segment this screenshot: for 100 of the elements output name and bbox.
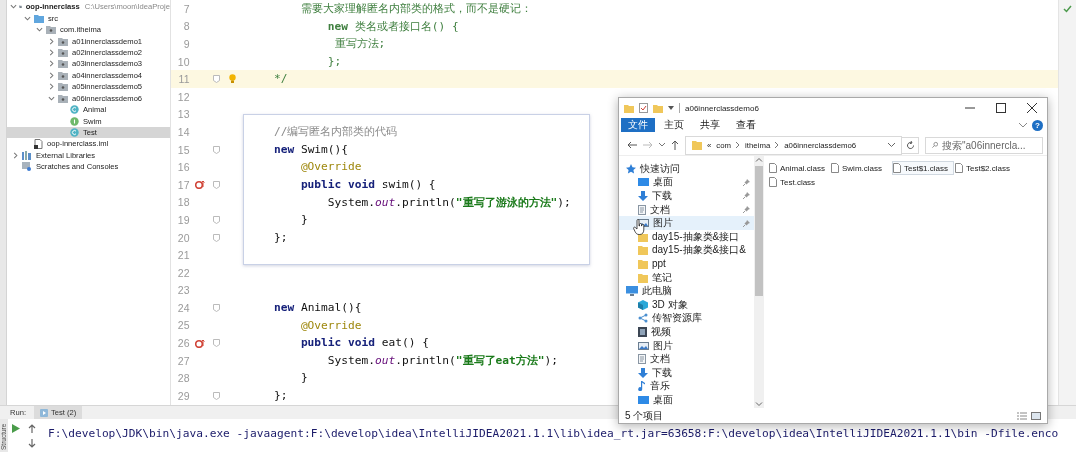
fold-marker-icon[interactable] xyxy=(212,145,220,154)
search-field[interactable]: 搜索"a06innercla... xyxy=(925,136,1043,154)
scratches-icon xyxy=(22,162,32,172)
back-arrow-icon[interactable] xyxy=(627,141,637,149)
nav-item[interactable]: 快速访问 xyxy=(619,162,754,176)
arrow-up-icon[interactable] xyxy=(28,423,36,433)
file-item[interactable]: Swim.class xyxy=(830,161,892,175)
refresh-button[interactable] xyxy=(901,136,919,154)
override-icon[interactable] xyxy=(195,180,205,190)
chevron-icon[interactable] xyxy=(47,83,55,91)
nav-item[interactable]: 视频 xyxy=(619,325,754,339)
pin-icon[interactable] xyxy=(743,178,750,186)
ribbon-tab[interactable]: 文件 xyxy=(621,118,655,132)
scroll-up-icon[interactable] xyxy=(754,156,764,164)
run-icon[interactable] xyxy=(12,423,20,433)
chevron-down-icon[interactable] xyxy=(888,143,895,147)
package-folder-icon xyxy=(58,70,68,80)
line-number: 22 xyxy=(176,266,190,279)
line-number: 11 xyxy=(177,73,190,86)
nav-item[interactable]: 笔记 xyxy=(619,270,754,285)
fold-marker-icon[interactable] xyxy=(212,75,220,84)
package-folder-icon xyxy=(58,47,68,57)
chevron-icon[interactable] xyxy=(47,71,55,79)
close-icon[interactable] xyxy=(1027,103,1037,113)
up-arrow-icon[interactable] xyxy=(671,140,679,150)
fold-marker-icon[interactable] xyxy=(212,233,220,242)
line-number: 8 xyxy=(182,20,190,33)
file-item[interactable]: Animal.class xyxy=(768,161,830,175)
nav-item[interactable]: 桌面 xyxy=(619,175,754,190)
arrow-down-icon[interactable] xyxy=(28,438,36,448)
chevron-icon[interactable] xyxy=(47,37,55,45)
folder-icon xyxy=(638,272,648,283)
file-icon xyxy=(34,138,43,149)
chevron-icon[interactable] xyxy=(10,3,17,11)
code-line: //编写匿名内部类的代码 xyxy=(272,124,398,141)
fold-marker-icon[interactable] xyxy=(212,180,220,189)
package-folder-icon xyxy=(58,82,68,92)
ribbon-tab[interactable]: 共享 xyxy=(693,118,727,132)
chevron-right-icon[interactable] xyxy=(736,142,741,148)
nav-item[interactable]: 下载 xyxy=(619,365,754,380)
folder-icon xyxy=(624,103,634,113)
nav-item[interactable]: 传智资源库 xyxy=(619,311,754,326)
chevron-right-icon[interactable] xyxy=(775,142,780,148)
ribbon-tab[interactable]: 主页 xyxy=(657,118,691,132)
nav-item[interactable]: 图片 xyxy=(619,216,754,230)
nav-item[interactable]: 桌面 xyxy=(619,393,754,407)
nav-item[interactable]: 3D 对象 xyxy=(619,297,754,312)
lightbulb-icon[interactable] xyxy=(228,74,236,85)
help-button[interactable]: ? xyxy=(1032,119,1043,131)
line-number: 27 xyxy=(176,354,190,367)
monitor-icon xyxy=(626,286,638,297)
nav-item[interactable]: 文档 xyxy=(619,202,754,217)
fold-marker-icon[interactable] xyxy=(212,339,220,348)
chevron-down-icon[interactable] xyxy=(1019,122,1027,128)
pin-icon[interactable] xyxy=(743,206,750,214)
maximize-icon[interactable] xyxy=(996,103,1006,113)
code-line: }; xyxy=(272,229,288,246)
fold-marker-icon[interactable] xyxy=(212,391,220,400)
nav-item[interactable]: 此电脑 xyxy=(619,284,754,298)
dropdown-icon[interactable] xyxy=(668,105,674,111)
nav-item[interactable]: day15-抽象类&接口& xyxy=(619,243,754,258)
nav-item[interactable]: ppt xyxy=(619,257,754,271)
chevron-icon[interactable] xyxy=(47,60,55,68)
nav-item[interactable]: 文档 xyxy=(619,352,754,366)
search-icon xyxy=(932,141,938,149)
chevron-icon[interactable] xyxy=(23,14,31,22)
download-arrow-icon xyxy=(638,191,648,201)
file-item[interactable]: Test.class xyxy=(768,175,830,189)
pin-icon[interactable] xyxy=(743,219,750,227)
chevron-icon[interactable] xyxy=(11,151,19,159)
nav-item[interactable]: 图片 xyxy=(619,338,754,353)
window-title: a06innerclassdemo6 xyxy=(685,103,759,113)
file-item[interactable]: Test$2.class xyxy=(954,161,1016,175)
hand-cursor-icon xyxy=(633,219,645,235)
large-icons-view-icon[interactable] xyxy=(1031,411,1041,420)
code-line: new Swim(){ xyxy=(272,141,349,158)
scrollbar[interactable] xyxy=(754,156,764,408)
chevron-icon[interactable] xyxy=(35,26,43,34)
line-number: 10 xyxy=(176,55,190,68)
pin-icon[interactable] xyxy=(743,192,750,200)
line-number: 7 xyxy=(182,2,190,15)
check-icon[interactable] xyxy=(1063,5,1072,13)
forward-arrow-icon[interactable] xyxy=(643,141,653,149)
ribbon-tab[interactable]: 查看 xyxy=(729,118,763,132)
fold-marker-icon[interactable] xyxy=(212,303,220,312)
chevron-down-icon[interactable] xyxy=(659,143,665,147)
chevron-icon[interactable] xyxy=(47,48,55,56)
chevron-icon[interactable] xyxy=(47,94,55,102)
line-number: 24 xyxy=(176,301,190,314)
scroll-down-icon[interactable] xyxy=(754,400,764,408)
folder-icon xyxy=(638,258,648,269)
fold-marker-icon[interactable] xyxy=(212,215,220,224)
details-view-icon[interactable] xyxy=(1017,411,1027,420)
properties-icon[interactable] xyxy=(639,103,648,113)
nav-item[interactable]: 音乐 xyxy=(619,379,754,394)
code-line: 需要大家理解匿名内部类的格式，而不是硬记： xyxy=(299,1,532,17)
line-number: 20 xyxy=(176,231,190,244)
file-item[interactable]: Test$1.class xyxy=(892,161,954,175)
nav-item[interactable]: 下载 xyxy=(619,189,754,203)
override-icon[interactable] xyxy=(195,338,205,348)
